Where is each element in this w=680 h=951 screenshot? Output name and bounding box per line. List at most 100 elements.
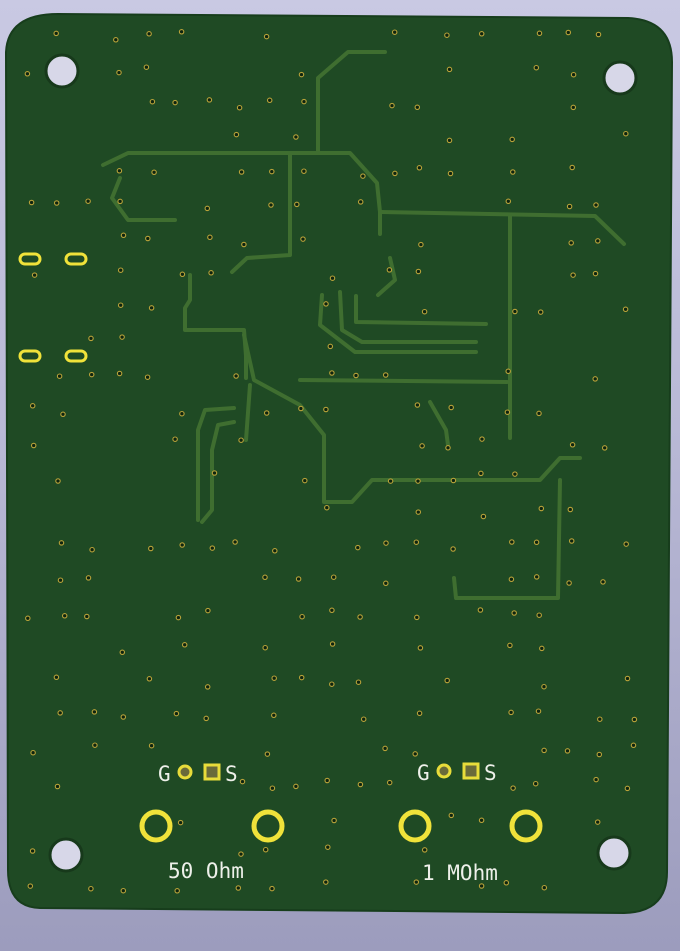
via <box>298 71 305 78</box>
via <box>302 477 308 484</box>
via <box>329 641 336 647</box>
via <box>235 885 242 891</box>
via <box>241 241 247 248</box>
via <box>567 506 574 513</box>
via <box>207 234 213 241</box>
via <box>512 471 518 477</box>
via <box>536 30 543 37</box>
via <box>301 168 307 174</box>
via <box>631 716 638 723</box>
via <box>172 436 178 442</box>
via <box>298 674 305 681</box>
via <box>360 716 367 722</box>
via <box>601 445 608 451</box>
via <box>117 267 124 273</box>
mounting-hole-top-left <box>44 53 80 89</box>
via <box>298 405 304 412</box>
via <box>233 373 239 379</box>
via <box>233 131 240 138</box>
via <box>271 712 277 719</box>
via <box>236 104 243 111</box>
via <box>84 613 90 620</box>
via <box>413 879 420 885</box>
via <box>592 376 598 382</box>
via <box>174 888 180 894</box>
via <box>293 134 299 140</box>
via <box>445 445 451 451</box>
via <box>595 238 601 244</box>
via <box>179 542 185 548</box>
via <box>177 819 184 826</box>
via <box>238 169 245 175</box>
via <box>594 819 601 825</box>
via <box>269 785 276 791</box>
via <box>54 783 61 790</box>
via <box>60 411 66 418</box>
via <box>509 539 515 545</box>
via <box>53 200 60 206</box>
via <box>630 742 637 749</box>
via <box>85 575 92 581</box>
via <box>539 645 545 652</box>
via <box>505 368 511 375</box>
via <box>29 403 36 409</box>
pcb-3d-viewer[interactable]: G S 50 Ohm G S 1 MOhm <box>0 0 680 951</box>
via <box>120 232 127 239</box>
via <box>88 885 94 892</box>
via <box>269 168 275 175</box>
via <box>569 442 576 448</box>
via <box>569 164 575 171</box>
via <box>414 402 421 408</box>
signal-label-left: S <box>225 762 238 786</box>
via <box>541 884 548 891</box>
via <box>181 642 188 648</box>
via <box>510 785 516 791</box>
via <box>509 136 515 143</box>
via <box>331 817 337 824</box>
via <box>27 883 34 889</box>
via <box>85 198 91 204</box>
via <box>537 309 544 315</box>
via <box>263 410 270 416</box>
via <box>382 745 388 752</box>
via <box>262 846 269 853</box>
via <box>31 272 38 278</box>
via <box>505 198 512 205</box>
via <box>478 817 485 824</box>
via <box>119 334 125 340</box>
via <box>533 64 540 71</box>
via <box>357 199 364 205</box>
via <box>413 539 420 545</box>
via <box>25 615 31 622</box>
via <box>24 71 31 77</box>
via <box>477 607 484 613</box>
via <box>593 202 599 208</box>
ground-label-left: G <box>158 762 171 786</box>
via <box>325 844 331 850</box>
via <box>263 33 270 40</box>
via <box>329 370 335 376</box>
signal-pin-left <box>203 763 221 781</box>
via <box>415 509 422 515</box>
via <box>179 410 185 417</box>
via <box>178 29 185 35</box>
via <box>360 173 366 179</box>
via <box>533 574 540 580</box>
pcb-render: G S 50 Ohm G S 1 MOhm <box>4 12 674 915</box>
via <box>300 236 306 242</box>
via <box>623 541 629 547</box>
via <box>323 301 329 307</box>
via <box>88 371 95 378</box>
via <box>262 574 268 581</box>
via <box>55 478 61 484</box>
via <box>329 275 336 281</box>
via <box>56 373 63 379</box>
via <box>414 104 421 111</box>
via <box>536 612 542 618</box>
via <box>262 644 268 651</box>
via <box>535 708 542 714</box>
via <box>533 539 540 546</box>
via <box>357 781 364 788</box>
via <box>623 130 629 137</box>
via <box>536 410 542 417</box>
